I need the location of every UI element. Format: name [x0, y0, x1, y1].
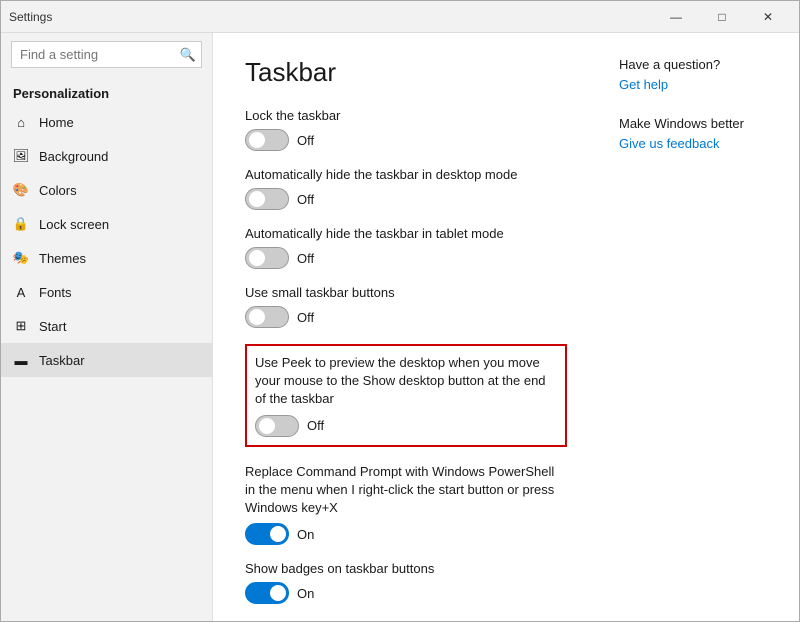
toggle-row-lock-taskbar: Off — [245, 129, 567, 151]
window-content: 🔍 Personalization ⌂ Home 🖼 Background 🎨 … — [1, 33, 799, 621]
right-panel-section-feedback: Make Windows better Give us feedback — [619, 116, 779, 151]
dropdown-location-wrapper: Taskbar location on screen Bottom ⌄ — [245, 620, 567, 621]
image-icon: 🖼 — [13, 148, 29, 164]
setting-auto-hide-tablet: Automatically hide the taskbar in tablet… — [245, 226, 567, 269]
toggle-text-auto-hide-desktop: Off — [297, 192, 314, 207]
toggle-text-small-buttons: Off — [297, 310, 314, 325]
minimize-button[interactable]: — — [653, 1, 699, 33]
sidebar-item-start[interactable]: ⊞ Start — [1, 309, 212, 343]
sidebar-item-background[interactable]: 🖼 Background — [1, 139, 212, 173]
setting-peek-highlighted: Use Peek to preview the desktop when you… — [245, 344, 567, 447]
fonts-icon: A — [13, 284, 29, 300]
window-title: Settings — [9, 10, 52, 24]
setting-badges: Show badges on taskbar buttons On — [245, 561, 567, 604]
toggle-auto-hide-tablet[interactable] — [245, 247, 289, 269]
setting-label-auto-hide-tablet: Automatically hide the taskbar in tablet… — [245, 226, 567, 241]
toggle-text-badges: On — [297, 586, 314, 601]
themes-icon: 🎭 — [13, 250, 29, 266]
sidebar-item-label-taskbar: Taskbar — [39, 353, 85, 368]
close-button[interactable]: ✕ — [745, 1, 791, 33]
sidebar-item-colors[interactable]: 🎨 Colors — [1, 173, 212, 207]
settings-window: Settings — □ ✕ 🔍 Personalization ⌂ Home … — [0, 0, 800, 622]
toggle-thumb-auto-hide-tablet — [249, 250, 265, 266]
feedback-link[interactable]: Give us feedback — [619, 136, 719, 151]
toggle-track-powershell — [245, 523, 289, 545]
toggle-row-auto-hide-desktop: Off — [245, 188, 567, 210]
toggle-auto-hide-desktop[interactable] — [245, 188, 289, 210]
colors-icon: 🎨 — [13, 182, 29, 198]
toggle-text-lock-taskbar: Off — [297, 133, 314, 148]
setting-label-peek: Use Peek to preview the desktop when you… — [255, 354, 557, 409]
toggle-track-auto-hide-desktop — [245, 188, 289, 210]
sidebar-item-label-start: Start — [39, 319, 66, 334]
dropdown-label-location: Taskbar location on screen — [245, 620, 567, 621]
toggle-track-peek — [255, 415, 299, 437]
right-panel-section-help: Have a question? Get help — [619, 57, 779, 92]
maximize-button[interactable]: □ — [699, 1, 745, 33]
toggle-track-auto-hide-tablet — [245, 247, 289, 269]
search-box: 🔍 — [11, 41, 202, 68]
sidebar-item-themes[interactable]: 🎭 Themes — [1, 241, 212, 275]
setting-label-powershell: Replace Command Prompt with Windows Powe… — [245, 463, 555, 518]
toggle-thumb-auto-hide-desktop — [249, 191, 265, 207]
toggle-badges[interactable] — [245, 582, 289, 604]
right-panel: Have a question? Get help Make Windows b… — [599, 33, 799, 621]
setting-label-small-buttons: Use small taskbar buttons — [245, 285, 567, 300]
sidebar-item-label-home: Home — [39, 115, 74, 130]
toggle-small-buttons[interactable] — [245, 306, 289, 328]
page-title: Taskbar — [245, 57, 567, 88]
window-controls: — □ ✕ — [653, 1, 791, 33]
toggle-track-small-buttons — [245, 306, 289, 328]
sidebar-item-label-fonts: Fonts — [39, 285, 72, 300]
sidebar-item-label-background: Background — [39, 149, 108, 164]
toggle-thumb-small-buttons — [249, 309, 265, 325]
setting-powershell: Replace Command Prompt with Windows Powe… — [245, 463, 567, 546]
setting-auto-hide-desktop: Automatically hide the taskbar in deskto… — [245, 167, 567, 210]
start-icon: ⊞ — [13, 318, 29, 334]
sidebar-item-label-themes: Themes — [39, 251, 86, 266]
taskbar-icon: ▬ — [13, 352, 29, 368]
sidebar-item-fonts[interactable]: A Fonts — [1, 275, 212, 309]
main-content: Taskbar Lock the taskbar Off Automatical… — [213, 33, 599, 621]
toggle-text-peek: Off — [307, 418, 324, 433]
setting-label-auto-hide-desktop: Automatically hide the taskbar in deskto… — [245, 167, 567, 182]
setting-label-badges: Show badges on taskbar buttons — [245, 561, 567, 576]
toggle-row-peek: Off — [255, 415, 557, 437]
toggle-thumb-lock-taskbar — [249, 132, 265, 148]
setting-label-lock-taskbar: Lock the taskbar — [245, 108, 567, 123]
toggle-row-auto-hide-tablet: Off — [245, 247, 567, 269]
toggle-text-auto-hide-tablet: Off — [297, 251, 314, 266]
sidebar: 🔍 Personalization ⌂ Home 🖼 Background 🎨 … — [1, 33, 213, 621]
search-icon: 🔍 — [180, 47, 196, 63]
sidebar-item-label-colors: Colors — [39, 183, 77, 198]
toggle-row-small-buttons: Off — [245, 306, 567, 328]
home-icon: ⌂ — [13, 114, 29, 130]
search-input[interactable] — [11, 41, 202, 68]
right-panel-heading-feedback: Make Windows better — [619, 116, 779, 131]
sidebar-item-home[interactable]: ⌂ Home — [1, 105, 212, 139]
sidebar-item-taskbar[interactable]: ▬ Taskbar — [1, 343, 212, 377]
right-panel-heading-help: Have a question? — [619, 57, 779, 72]
toggle-thumb-powershell — [270, 526, 286, 542]
toggle-row-powershell: On — [245, 523, 567, 545]
toggle-thumb-peek — [259, 418, 275, 434]
get-help-link[interactable]: Get help — [619, 77, 668, 92]
toggle-peek[interactable] — [255, 415, 299, 437]
sidebar-section-title: Personalization — [1, 76, 212, 105]
lock-icon: 🔒 — [13, 216, 29, 232]
toggle-track-lock-taskbar — [245, 129, 289, 151]
toggle-track-badges — [245, 582, 289, 604]
setting-small-buttons: Use small taskbar buttons Off — [245, 285, 567, 328]
toggle-thumb-badges — [270, 585, 286, 601]
title-bar: Settings — □ ✕ — [1, 1, 799, 33]
toggle-powershell[interactable] — [245, 523, 289, 545]
setting-lock-taskbar: Lock the taskbar Off — [245, 108, 567, 151]
sidebar-item-lockscreen[interactable]: 🔒 Lock screen — [1, 207, 212, 241]
sidebar-item-label-lockscreen: Lock screen — [39, 217, 109, 232]
toggle-lock-taskbar[interactable] — [245, 129, 289, 151]
toggle-text-powershell: On — [297, 527, 314, 542]
toggle-row-badges: On — [245, 582, 567, 604]
